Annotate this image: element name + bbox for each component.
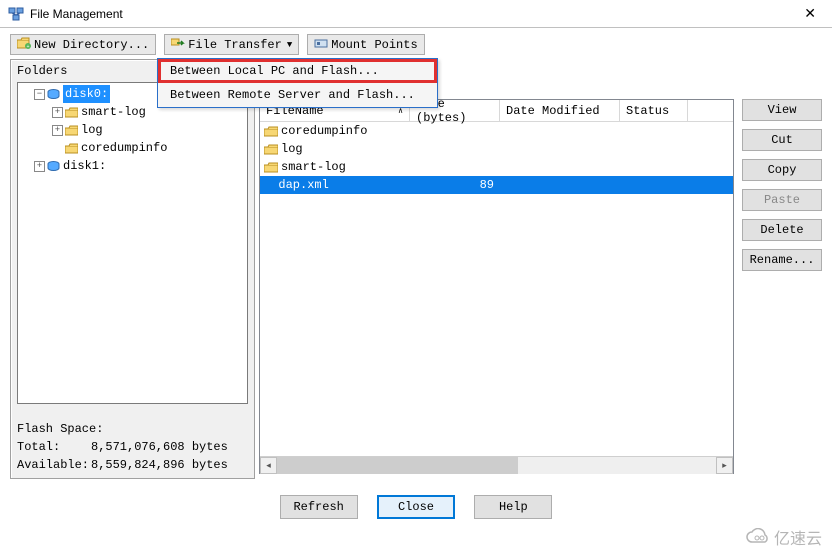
tree-node-log[interactable]: + log: [20, 121, 245, 139]
tree-node-disk1[interactable]: + disk1:: [20, 157, 245, 175]
flash-heading: Flash Space:: [17, 420, 248, 438]
folder-tree[interactable]: − disk0: + smart-log + log coredumpinfo …: [17, 82, 248, 404]
chevron-down-icon: ▼: [287, 40, 292, 50]
file-transfer-button[interactable]: File Transfer ▼: [164, 34, 299, 55]
folder-icon: [65, 125, 78, 136]
scroll-thumb[interactable]: [277, 457, 518, 474]
app-icon: [8, 6, 24, 22]
expand-icon[interactable]: +: [52, 107, 63, 118]
scroll-right-icon[interactable]: ▸: [716, 457, 733, 474]
disk-icon: [47, 89, 60, 100]
flash-space-info: Flash Space: Total:8,571,076,608 bytes A…: [17, 420, 248, 474]
folders-panel: Folders − disk0: + smart-log + log cored…: [10, 59, 255, 479]
menu-remote-flash[interactable]: Between Remote Server and Flash...: [158, 83, 437, 107]
folder-icon: [65, 107, 78, 118]
title-bar: File Management ✕: [0, 0, 832, 28]
mount-points-button[interactable]: Mount Points: [307, 34, 424, 55]
folder-row[interactable]: log: [260, 140, 733, 158]
folder-row[interactable]: coredumpinfo: [260, 122, 733, 140]
close-dialog-button[interactable]: Close: [377, 495, 455, 519]
folder-icon: [264, 162, 278, 173]
refresh-button[interactable]: Refresh: [280, 495, 358, 519]
delete-button[interactable]: Delete: [742, 219, 822, 241]
collapse-icon[interactable]: −: [34, 89, 45, 100]
expand-icon[interactable]: +: [34, 161, 45, 172]
horizontal-scrollbar[interactable]: ◂ ▸: [260, 456, 733, 473]
close-button[interactable]: ✕: [796, 3, 824, 24]
column-status[interactable]: Status: [620, 100, 688, 121]
paste-button[interactable]: Paste: [742, 189, 822, 211]
menu-local-flash[interactable]: Between Local PC and Flash...: [158, 59, 437, 83]
file-list[interactable]: FileName∧ Size (bytes) Date Modified Sta…: [259, 99, 734, 474]
bottom-buttons: Refresh Close Help: [0, 479, 832, 527]
file-row[interactable]: dap.xml89: [260, 176, 733, 194]
folder-icon: [65, 143, 78, 154]
window-title: File Management: [30, 7, 796, 21]
disk-icon: [47, 161, 60, 172]
scroll-left-icon[interactable]: ◂: [260, 457, 277, 474]
transfer-icon: [171, 37, 185, 53]
action-buttons: View Cut Copy Paste Delete Rename...: [742, 99, 822, 474]
new-directory-button[interactable]: + New Directory...: [10, 34, 156, 55]
expand-icon[interactable]: +: [52, 125, 63, 136]
file-transfer-menu: Between Local PC and Flash... Between Re…: [157, 58, 438, 108]
watermark: 亿速云: [746, 525, 822, 549]
column-date[interactable]: Date Modified: [500, 100, 620, 121]
new-folder-icon: +: [17, 37, 31, 53]
view-button[interactable]: View: [742, 99, 822, 121]
cut-button[interactable]: Cut: [742, 129, 822, 151]
drive-icon: [314, 37, 328, 53]
folder-icon: [264, 126, 278, 137]
rename-button[interactable]: Rename...: [742, 249, 822, 271]
copy-button[interactable]: Copy: [742, 159, 822, 181]
help-button[interactable]: Help: [474, 495, 552, 519]
folder-icon: [264, 144, 278, 155]
toolbar: + New Directory... File Transfer ▼ Mount…: [0, 28, 832, 59]
svg-text:+: +: [26, 44, 29, 49]
tree-node-coredump[interactable]: coredumpinfo: [20, 139, 245, 157]
folder-row[interactable]: smart-log: [260, 158, 733, 176]
